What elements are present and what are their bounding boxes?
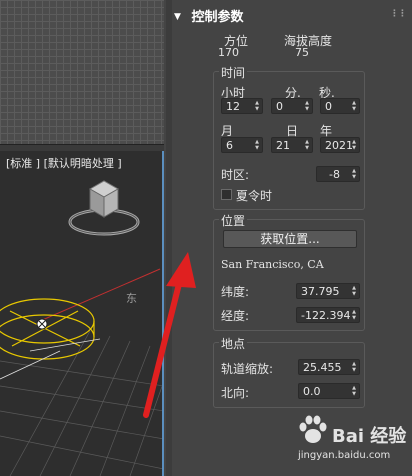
- viewcube-icon[interactable]: [68, 180, 140, 236]
- latitude-value: 37.795: [301, 285, 340, 298]
- collapse-triangle-icon[interactable]: ▼: [174, 12, 181, 22]
- minute-spinner[interactable]: 0 ▲ ▼: [271, 98, 313, 114]
- longitude-label: 经度:: [221, 309, 250, 323]
- spinner-arrows-icon[interactable]: ▲ ▼: [304, 100, 310, 112]
- timezone-label: 时区:: [221, 168, 250, 182]
- north-label: 北向:: [221, 386, 250, 400]
- day-spinner[interactable]: 21 ▲ ▼: [271, 137, 313, 153]
- time-group-title: 时间: [219, 64, 248, 81]
- site-group-title: 地点: [219, 335, 248, 352]
- city-name: San Francisco, CA: [221, 258, 324, 271]
- annotation-arrow-icon: [143, 252, 196, 418]
- north-spinner[interactable]: 0.0 ▲ ▼: [298, 383, 360, 399]
- longitude-value: -122.394: [301, 309, 351, 322]
- spinner-arrows-icon[interactable]: ▲ ▼: [351, 285, 357, 297]
- day-value: 21: [276, 139, 290, 152]
- latitude-spinner[interactable]: 37.795 ▲ ▼: [296, 283, 360, 299]
- month-value: 6: [226, 139, 233, 152]
- dst-label[interactable]: 夏令时: [236, 187, 272, 204]
- spinner-arrows-icon[interactable]: ▲ ▼: [351, 168, 357, 180]
- orbital-scale-label: 轨道缩放:: [221, 362, 274, 376]
- viewport-mode-label[interactable]: [标准 ] [默认明暗处理 ]: [6, 155, 122, 171]
- latitude-label: 纬度:: [221, 285, 250, 299]
- top-viewport-grid[interactable]: [0, 0, 164, 145]
- spinner-arrows-icon[interactable]: ▲ ▼: [351, 361, 357, 373]
- hour-spinner[interactable]: 12 ▲ ▼: [221, 98, 263, 114]
- get-location-button[interactable]: 获取位置...: [223, 230, 357, 248]
- spinner-arrows-icon[interactable]: ▲ ▼: [254, 100, 260, 112]
- rollout-title: 控制参数: [191, 10, 244, 25]
- altitude-value: 75: [295, 46, 309, 59]
- location-group-title: 位置: [219, 212, 248, 229]
- timezone-value: -8: [329, 168, 340, 181]
- watermark-url: jingyan.baidu.com: [298, 450, 391, 461]
- rollout-header[interactable]: ▼ 控制参数 ⋮⋮: [174, 6, 408, 26]
- month-spinner[interactable]: 6 ▲ ▼: [221, 137, 263, 153]
- baidu-paw-logo-icon: [299, 415, 327, 443]
- longitude-spinner[interactable]: -122.394 ▲ ▼: [296, 307, 360, 323]
- spinner-arrows-icon[interactable]: ▲ ▼: [351, 100, 357, 112]
- dst-checkbox[interactable]: [221, 189, 232, 200]
- minute-value: 0: [276, 100, 283, 113]
- spinner-arrows-icon[interactable]: ▲ ▼: [351, 139, 357, 151]
- year-value: 2021: [325, 139, 353, 152]
- second-value: 0: [325, 100, 332, 113]
- orbital-scale-spinner[interactable]: 25.455 ▲ ▼: [298, 359, 360, 375]
- azimuth-value: 170: [218, 46, 239, 59]
- timezone-spinner[interactable]: -8 ▲ ▼: [316, 166, 360, 182]
- second-spinner[interactable]: 0 ▲ ▼: [320, 98, 360, 114]
- spinner-arrows-icon[interactable]: ▲ ▼: [351, 309, 357, 321]
- grip-icon[interactable]: ⋮⋮: [390, 9, 407, 19]
- spinner-arrows-icon[interactable]: ▲ ▼: [304, 139, 310, 151]
- north-value: 0.0: [303, 385, 321, 398]
- orbital-scale-value: 25.455: [303, 361, 342, 374]
- watermark-brand: Bai 经验: [332, 426, 407, 447]
- control-panel: ▼ 控制参数 ⋮⋮ 方位 海拔高度 170 75 时间 小时 分. 秒. 12 …: [166, 0, 412, 476]
- spinner-arrows-icon[interactable]: ▲ ▼: [351, 385, 357, 397]
- hour-value: 12: [226, 100, 240, 113]
- year-spinner[interactable]: 2021 ▲ ▼: [320, 137, 360, 153]
- spinner-arrows-icon[interactable]: ▲ ▼: [254, 139, 260, 151]
- sun-icon[interactable]: [36, 318, 48, 330]
